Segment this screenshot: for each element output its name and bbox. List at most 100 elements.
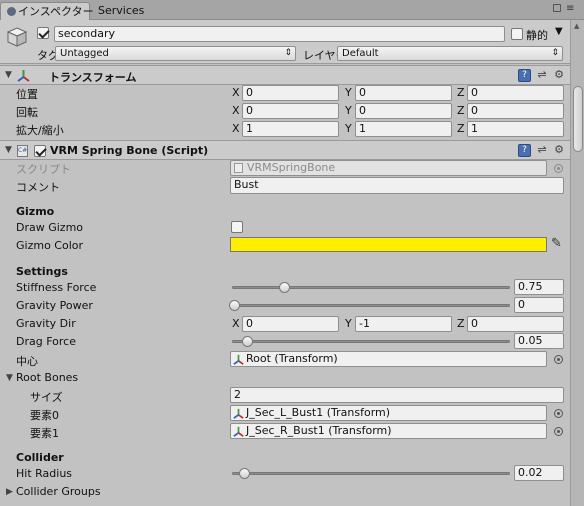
eyedropper-icon[interactable]: ✎	[551, 236, 562, 251]
info-icon	[7, 7, 16, 16]
z-axis-label: Z	[457, 122, 465, 135]
y-axis-label: Y	[345, 317, 352, 330]
gravity-dir-x-field[interactable]: 0	[242, 316, 339, 332]
center-label: 中心	[16, 355, 38, 368]
object-picker-icon[interactable]	[554, 355, 563, 364]
position-y-field[interactable]: 0	[355, 85, 452, 101]
preset-icon[interactable]: ⇌	[536, 144, 548, 156]
transform-header[interactable]: ▼ トランスフォーム ? ⇌ ⚙	[0, 65, 570, 85]
tab-inspector[interactable]: インスペクター	[0, 2, 94, 20]
scrollbar-thumb[interactable]	[573, 86, 583, 152]
center-field[interactable]: Root (Transform)	[230, 351, 547, 367]
transform-axes-icon	[233, 408, 244, 419]
lock-icon[interactable]	[553, 4, 561, 12]
tab-bar: インスペクター Services ≡	[0, 0, 584, 20]
foldout-expanded-icon[interactable]: ▼	[6, 373, 13, 383]
z-axis-label: Z	[457, 104, 465, 117]
drag-force-label: Drag Force	[16, 335, 76, 348]
spring-bone-title: VRM Spring Bone (Script)	[50, 144, 209, 157]
x-axis-label: X	[232, 122, 240, 135]
static-dropdown-icon[interactable]: ▼	[555, 26, 563, 37]
element1-value: J_Sec_R_Bust1 (Transform)	[246, 424, 392, 437]
element0-field[interactable]: J_Sec_L_Bust1 (Transform)	[230, 405, 547, 421]
scale-z-field[interactable]: 1	[467, 121, 564, 137]
spring-bone-header[interactable]: ▼ C# VRM Spring Bone (Script) ? ⇌ ⚙	[0, 140, 570, 160]
hit-radius-field[interactable]: 0.02	[514, 465, 564, 481]
tab-services[interactable]: Services	[92, 2, 152, 20]
y-axis-label: Y	[345, 86, 352, 99]
vertical-scrollbar[interactable]: ▲	[570, 20, 584, 506]
gear-icon[interactable]: ⚙	[553, 69, 565, 81]
element1-label: 要素1	[30, 427, 59, 440]
hit-radius-slider-track[interactable]	[232, 472, 510, 475]
gameobject-cube-icon	[6, 27, 28, 47]
foldout-collapsed-icon[interactable]: ▶	[6, 487, 13, 497]
root-bones-label[interactable]: Root Bones	[16, 371, 78, 384]
gravity-power-label: Gravity Power	[16, 299, 93, 312]
stiffness-slider-track[interactable]	[232, 286, 510, 289]
menu-icon[interactable]: ≡	[566, 3, 574, 14]
tag-dropdown[interactable]: Untagged ⇕	[55, 46, 296, 61]
gravity-dir-y-field[interactable]: -1	[355, 316, 452, 332]
collider-header: Collider	[16, 451, 64, 464]
stiffness-label: Stiffness Force	[16, 281, 97, 294]
scale-y-field[interactable]: 1	[355, 121, 452, 137]
layer-value: Default	[342, 48, 379, 59]
script-icon: C#	[17, 145, 28, 157]
gizmo-color-swatch[interactable]	[230, 237, 547, 252]
preset-icon[interactable]: ⇌	[536, 69, 548, 81]
comment-field[interactable]: Bust	[230, 177, 564, 194]
element0-value: J_Sec_L_Bust1 (Transform)	[246, 406, 391, 419]
help-icon[interactable]: ?	[518, 69, 531, 82]
active-checkbox[interactable]	[37, 27, 49, 39]
gravity-dir-label: Gravity Dir	[16, 317, 76, 330]
hit-radius-slider-thumb[interactable]	[239, 468, 250, 479]
script-label: スクリプト	[16, 163, 71, 176]
object-picker-icon	[554, 164, 563, 173]
gravity-power-slider-track[interactable]	[232, 304, 510, 307]
drag-force-slider-track[interactable]	[232, 340, 510, 343]
transform-axes-icon	[233, 426, 244, 437]
rotation-x-field[interactable]: 0	[242, 103, 339, 119]
name-field[interactable]: secondary	[54, 26, 505, 42]
gameobject-header: secondary 静的 ▼ タグ Untagged ⇕ レイヤー Default…	[0, 20, 570, 64]
transform-axes-icon	[233, 354, 244, 365]
tag-value: Untagged	[60, 48, 109, 59]
position-z-field[interactable]: 0	[467, 85, 564, 101]
drag-force-slider-thumb[interactable]	[242, 336, 253, 347]
x-axis-label: X	[232, 317, 240, 330]
draw-gizmo-checkbox[interactable]	[231, 221, 243, 233]
scale-x-field[interactable]: 1	[242, 121, 339, 137]
rotation-z-field[interactable]: 0	[467, 103, 564, 119]
gravity-power-slider-thumb[interactable]	[229, 300, 240, 311]
static-checkbox[interactable]	[511, 28, 523, 40]
y-axis-label: Y	[345, 122, 352, 135]
gravity-power-field[interactable]: 0	[514, 297, 564, 313]
settings-header: Settings	[16, 265, 68, 278]
size-field[interactable]: 2	[230, 387, 564, 403]
position-x-field[interactable]: 0	[242, 85, 339, 101]
spring-bone-enabled-checkbox[interactable]	[34, 145, 46, 157]
center-value: Root (Transform)	[246, 352, 338, 365]
scroll-up-icon[interactable]: ▲	[574, 22, 579, 30]
position-label: 位置	[16, 88, 38, 101]
gizmo-color-label: Gizmo Color	[16, 239, 84, 252]
draw-gizmo-label: Draw Gizmo	[16, 221, 84, 234]
drag-force-field[interactable]: 0.05	[514, 333, 564, 349]
script-value: VRMSpringBone	[247, 161, 336, 174]
stiffness-field[interactable]: 0.75	[514, 279, 564, 295]
foldout-expanded-icon[interactable]: ▼	[5, 70, 12, 80]
hit-radius-label: Hit Radius	[16, 467, 73, 480]
gear-icon[interactable]: ⚙	[553, 144, 565, 156]
help-icon[interactable]: ?	[518, 144, 531, 157]
layer-dropdown[interactable]: Default ⇕	[337, 46, 563, 61]
stiffness-slider-thumb[interactable]	[279, 282, 290, 293]
rotation-y-field[interactable]: 0	[355, 103, 452, 119]
x-axis-label: X	[232, 104, 240, 117]
object-picker-icon[interactable]	[554, 409, 563, 418]
gravity-dir-z-field[interactable]: 0	[467, 316, 564, 332]
element1-field[interactable]: J_Sec_R_Bust1 (Transform)	[230, 423, 547, 439]
foldout-expanded-icon[interactable]: ▼	[5, 145, 12, 155]
object-picker-icon[interactable]	[554, 427, 563, 436]
collider-groups-label[interactable]: Collider Groups	[16, 485, 101, 498]
